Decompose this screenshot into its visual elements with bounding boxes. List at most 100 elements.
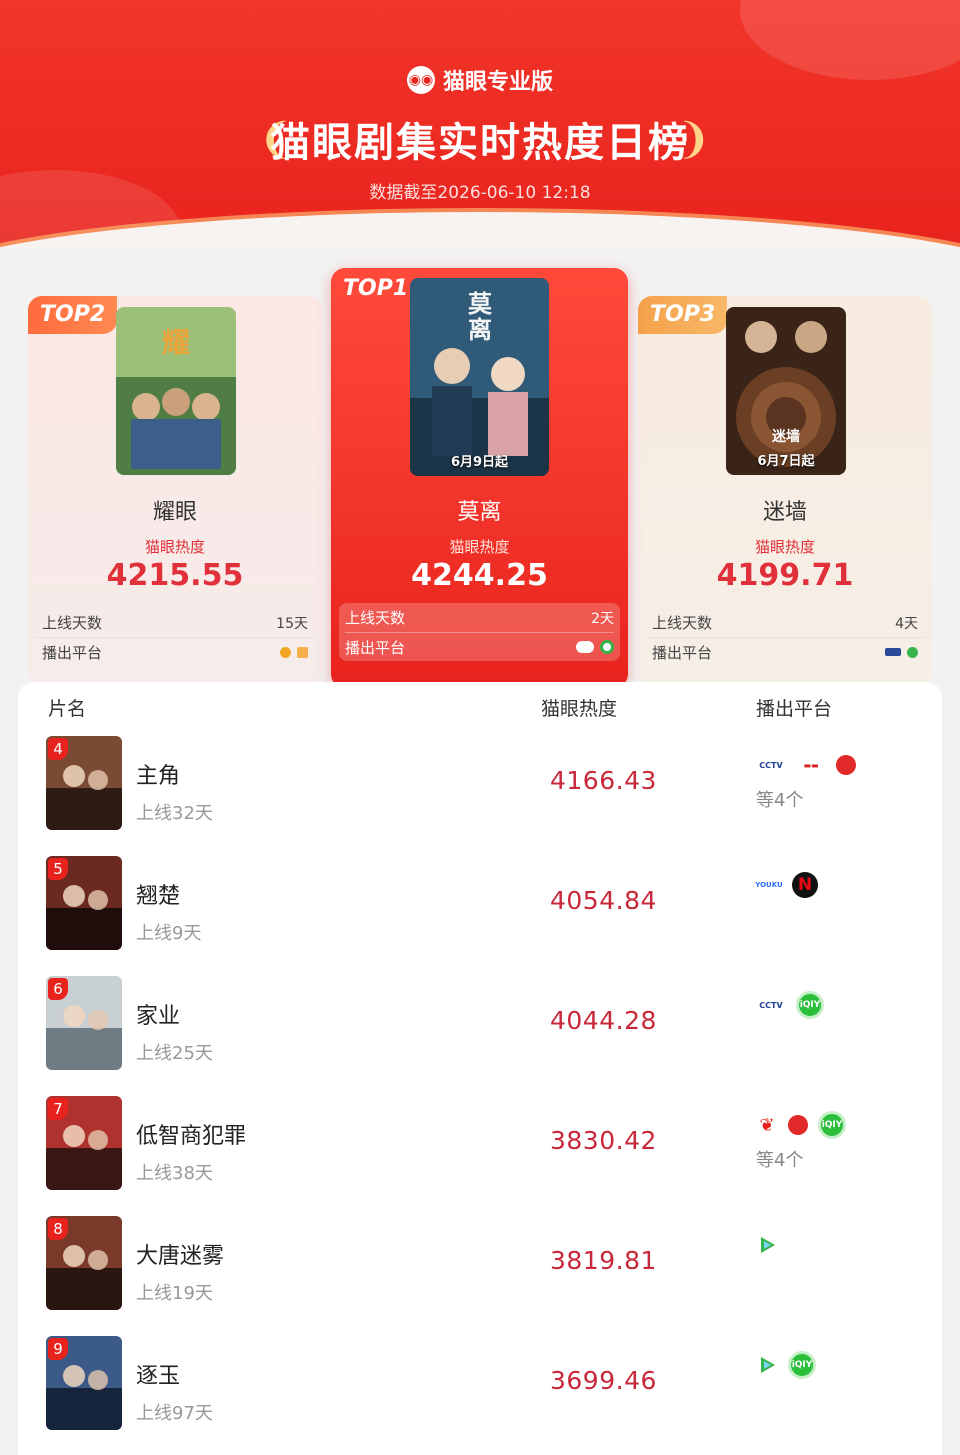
poster-date: 6月7日起: [757, 454, 815, 469]
table-row[interactable]: 5 翘楚 上线9天 4054.84 YOUKU N: [18, 856, 942, 956]
heat-value: 4054.84: [550, 886, 657, 915]
tencent-icon: [907, 646, 918, 658]
table-row[interactable]: 7 低智商犯罪 上线38天 3830.42 ❦ iQIY 等4个: [18, 1096, 942, 1196]
mgtv-icon: [297, 646, 308, 658]
brand-name: 猫眼专业版: [442, 70, 553, 95]
rank-number: 9: [48, 1338, 68, 1360]
drama-name: 翘楚: [136, 884, 181, 909]
maoyan-logo-icon: ◉◉: [406, 66, 435, 94]
days-value: 15天: [276, 615, 308, 632]
rank-number: 4: [48, 738, 68, 760]
platform-icons: [576, 640, 614, 654]
rank-tag: TOP1: [343, 276, 409, 301]
top1-card[interactable]: TOP1 莫 离 6月9日起 莫离 猫眼热度 4244.25 上线天数 2天 播…: [331, 268, 628, 688]
drama-name: 低智商犯罪: [136, 1124, 247, 1149]
platform-icons: YOUKU N: [755, 872, 818, 898]
info-box: 上线天数 2天 播出平台: [339, 603, 620, 661]
heat-label: 猫眼热度: [449, 538, 510, 556]
red-circle-icon: [836, 755, 856, 775]
days-online: 上线9天: [136, 923, 202, 944]
table-row[interactable]: 6 家业上线25天 4044.28 CCTV iQIY: [18, 976, 942, 1076]
days-value: 4天: [895, 615, 918, 632]
rank-number: 8: [48, 1218, 68, 1240]
header-platform: 播出平台: [756, 698, 833, 720]
poster-image: 耀: [116, 307, 236, 475]
top3-card[interactable]: TOP3 迷墙 6月7日起 迷墙 猫眼热度 4199.71 上线天数 4天 播出…: [638, 296, 932, 686]
rank-tag: TOP2: [28, 296, 118, 334]
drama-name: 家业: [136, 1004, 181, 1029]
cctv-icon: [576, 641, 594, 653]
cctv-icon: CCTV: [759, 1000, 783, 1010]
days-row: 上线天数 4天: [646, 608, 924, 637]
drama-name: 耀眼: [152, 500, 197, 525]
platform-icons: CCTV iQIY: [756, 991, 824, 1019]
platform-icons: ❦ iQIY: [756, 1111, 846, 1139]
iqiyi-icon: iQIY: [818, 1111, 846, 1139]
poster-thumbnail: 8: [46, 1216, 122, 1310]
rank-tag: TOP3: [638, 296, 728, 334]
platform-icons: iQIY: [756, 1351, 816, 1379]
drama-name: 莫离: [457, 500, 502, 525]
brand: ◉◉ 猫眼专业版: [0, 64, 960, 96]
mango-icon: [280, 646, 291, 658]
poster-thumbnail: 9: [46, 1336, 122, 1430]
drama-name: 大唐迷雾: [136, 1244, 225, 1269]
platform-row: 播出平台: [345, 632, 614, 661]
table-row[interactable]: 9 逐玉 上线97天 3699.46 iQIY: [18, 1336, 942, 1436]
header-heat: 猫眼热度: [541, 698, 618, 720]
cctv-icon: CCTV: [759, 760, 783, 770]
heat-value: 3830.42: [550, 1126, 657, 1155]
heat-value: 4244.25: [411, 558, 548, 593]
heat-value: 4044.28: [550, 1006, 657, 1035]
platform-icons: [280, 646, 308, 658]
days-label: 上线天数: [42, 614, 103, 632]
cctv-icon: [885, 648, 901, 656]
table-row[interactable]: 8 大唐迷雾上线19天 3819.81: [18, 1216, 942, 1316]
svg-text:莫: 莫: [468, 290, 493, 318]
rank-number: 6: [48, 978, 68, 1000]
poster-thumbnail: 7: [46, 1096, 122, 1190]
page-title: 猫眼剧集实时热度日榜: [270, 120, 690, 166]
rank-number: 7: [48, 1098, 68, 1120]
top2-card[interactable]: TOP2 耀 耀眼 猫眼热度 4215.55 上线天数 15天 播出平台: [28, 296, 322, 686]
days-online: 上线19天: [136, 1283, 213, 1304]
tencent-icon: [756, 1354, 778, 1376]
svg-text:离: 离: [468, 316, 492, 344]
heat-value: 4166.43: [550, 766, 657, 795]
platform-icons: CCTV ▬▬: [756, 752, 856, 778]
svg-text:耀: 耀: [162, 326, 190, 359]
data-timestamp: 数据截至2026-06-10 12:18: [369, 183, 591, 203]
tencent-icon: [600, 640, 614, 654]
days-label: 上线天数: [345, 609, 406, 627]
platform-icons: [885, 646, 918, 658]
netflix-icon: N: [792, 872, 818, 898]
platform-icons: [756, 1232, 778, 1258]
youku-icon: YOUKU: [755, 881, 783, 889]
heat-label: 猫眼热度: [144, 538, 205, 556]
poster-image: 迷墙 6月7日起: [726, 307, 846, 475]
heat-label: 猫眼热度: [754, 538, 815, 556]
heat-value: 3699.46: [550, 1366, 657, 1395]
days-online: 上线38天: [136, 1163, 213, 1184]
tencent-icon: [756, 1234, 778, 1256]
heat-value: 3819.81: [550, 1246, 657, 1275]
drama-name: 逐玉: [136, 1364, 181, 1389]
poster-image: 莫 离 6月9日起: [410, 278, 549, 476]
bestv-icon: ▬▬: [803, 760, 819, 770]
days-online: 上线32天: [136, 803, 213, 824]
info-box: 上线天数 15天 播出平台: [36, 608, 314, 666]
poster-thumbnail: 4: [46, 736, 122, 830]
laurel-right-icon: ❩: [676, 114, 712, 163]
iqiyi-icon: iQIY: [788, 1351, 816, 1379]
list-header: 片名 猫眼热度 播出平台: [18, 694, 942, 724]
poster-thumbnail: 6: [46, 976, 122, 1070]
days-online: 上线25天: [136, 1043, 213, 1064]
mango-icon: ❦: [759, 1114, 775, 1136]
table-row[interactable]: 4 主角 上线32天 4166.43 CCTV ▬▬ 等4个: [18, 736, 942, 836]
days-value: 2天: [591, 610, 614, 627]
platform-label: 播出平台: [42, 643, 103, 662]
heat-value: 4215.55: [106, 558, 244, 593]
days-row: 上线天数 2天: [345, 603, 614, 632]
drama-name: 主角: [136, 764, 181, 789]
platform-row: 播出平台: [646, 637, 924, 666]
